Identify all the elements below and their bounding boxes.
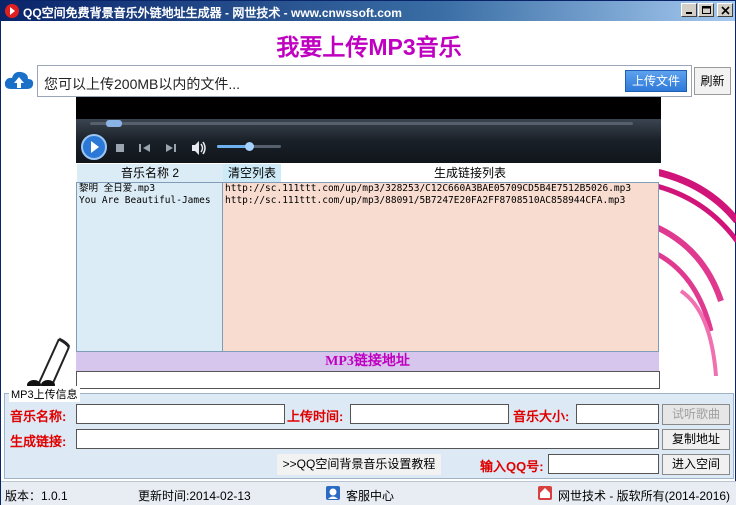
music-names-header: 音乐名称 2	[77, 164, 223, 182]
update-time-text: 更新时间:2014-02-13	[138, 489, 251, 503]
minimize-icon	[686, 12, 692, 14]
generated-links-list[interactable]: http://sc.111ttt.com/up/mp3/328253/C12C6…	[222, 182, 659, 352]
title-bar[interactable]: QQ空间免费背景音乐外链地址生成器 - 网世技术 - www.cnwssoft.…	[1, 1, 735, 21]
clear-list-button[interactable]: 清空列表	[223, 164, 281, 182]
player-control-graphics	[90, 120, 633, 127]
upload-time-field[interactable]	[350, 404, 509, 424]
close-icon	[721, 6, 730, 15]
upload-placeholder: 您可以上传200MB以内的文件...	[44, 76, 241, 92]
window-title: QQ空间免费背景音乐外链地址生成器 - 网世技术 - www.cnwssoft.…	[23, 6, 402, 20]
prev-icon[interactable]	[138, 142, 152, 154]
upload-button[interactable]: 上传文件	[625, 70, 687, 92]
app-window: QQ空间免费背景音乐外链地址生成器 - 网世技术 - www.cnwssoft.…	[0, 0, 736, 505]
music-names-list[interactable]: 黎明 全日爱.mp3 You Are Beautiful-James	[76, 182, 223, 352]
volume-slider[interactable]	[217, 142, 281, 151]
home-icon[interactable]	[537, 485, 553, 504]
page-heading: 我要上传MP3音乐	[276, 34, 462, 60]
support-icon[interactable]	[325, 485, 341, 504]
app-icon	[4, 3, 20, 19]
refresh-button[interactable]: 刷新	[694, 67, 731, 95]
upload-file-field[interactable]: 您可以上传200MB以内的文件... 上传文件	[37, 65, 692, 97]
play-icon[interactable]	[80, 133, 108, 161]
music-note-icon	[27, 337, 71, 390]
copyright-text[interactable]: 网世技术 - 版软所有(2014-2016)	[558, 487, 730, 504]
volume-icon[interactable]	[190, 140, 208, 156]
qq-number-label: 输入QQ号:	[480, 459, 544, 474]
list-item[interactable]: http://sc.111ttt.com/up/mp3/328253/C12C6…	[223, 183, 658, 195]
preview-song-button[interactable]: 试听歌曲	[662, 404, 730, 425]
player-controls	[76, 119, 661, 163]
generated-link-label: 生成链接:	[10, 434, 67, 449]
stop-icon[interactable]	[114, 142, 126, 154]
enter-qzone-button[interactable]: 进入空间	[662, 454, 730, 475]
music-name-label: 音乐名称:	[10, 409, 67, 424]
list-item[interactable]: You Are Beautiful-James	[77, 195, 222, 207]
support-center-link[interactable]: 客服中心	[346, 487, 394, 504]
maximize-icon	[702, 6, 711, 14]
upload-time-label: 上传时间:	[287, 409, 344, 424]
status-bar: 版本：1.0.1 更新时间:2014-02-13 客服中心 网世技术 - 版软所…	[1, 481, 736, 505]
music-size-label: 音乐大小:	[513, 409, 570, 424]
music-name-field[interactable]	[76, 404, 285, 424]
version-text: 版本：1.0.1	[5, 489, 68, 503]
minimize-button[interactable]	[681, 3, 697, 17]
qzone-music-tutorial-link[interactable]: >>QQ空间背景音乐设置教程	[277, 454, 441, 475]
next-icon[interactable]	[164, 142, 178, 154]
list-item[interactable]: http://sc.111ttt.com/up/mp3/88091/5B7247…	[223, 195, 658, 207]
list-item[interactable]: 黎明 全日爱.mp3	[77, 183, 222, 195]
music-size-field[interactable]	[576, 404, 659, 424]
generated-link-field[interactable]	[76, 429, 659, 449]
mp3-link-field[interactable]	[76, 371, 660, 389]
upload-info-group-label: MP3上传信息	[9, 386, 80, 402]
volume-knob[interactable]	[245, 142, 254, 151]
maximize-button[interactable]	[698, 3, 714, 17]
copy-address-button[interactable]: 复制地址	[662, 429, 730, 450]
mp3-link-label: MP3链接地址	[76, 352, 659, 371]
links-list-header: 生成链接列表	[281, 164, 659, 182]
qq-number-field[interactable]	[548, 454, 659, 474]
close-button[interactable]	[717, 3, 733, 17]
cloud-upload-icon	[4, 69, 34, 94]
media-player	[76, 97, 661, 163]
